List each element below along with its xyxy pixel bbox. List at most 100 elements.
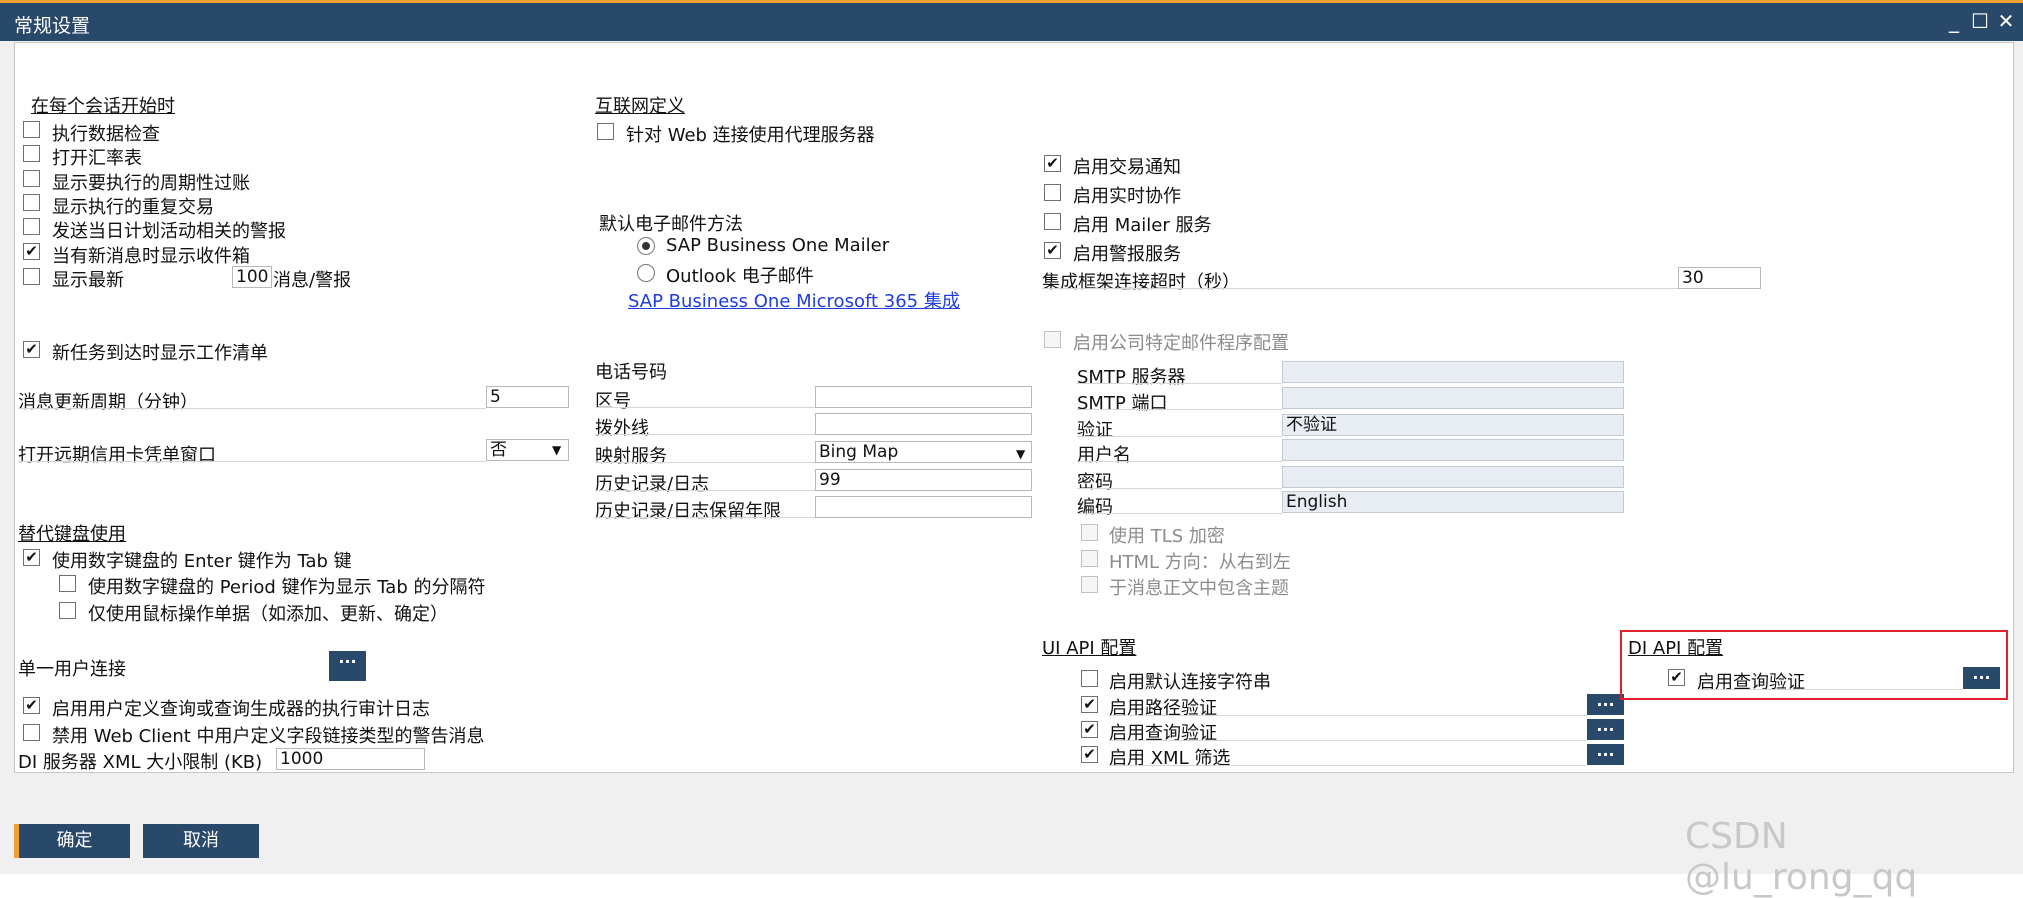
session-checkbox-0[interactable] xyxy=(23,121,40,138)
session-checkbox-4[interactable] xyxy=(23,218,40,235)
service-checkbox-3[interactable]: ✔ xyxy=(1044,242,1061,259)
ui-api-label-0: 启用默认连接字符串 xyxy=(1109,672,1271,693)
phone-label-3: 历史记录/日志 xyxy=(595,474,710,495)
show-latest-checkbox[interactable] xyxy=(23,268,40,285)
mail-field-label-1: SMTP 端口 xyxy=(1077,393,1168,414)
new-task-label: 新任务到达时显示工作清单 xyxy=(52,343,268,364)
mail-field-input-3[interactable] xyxy=(1282,439,1624,461)
row-separator xyxy=(1109,740,1587,741)
company-mail-checkbox xyxy=(1044,331,1061,348)
mail-field-input-0[interactable] xyxy=(1282,361,1624,383)
session-checkbox-2[interactable] xyxy=(23,170,40,187)
proxy-checkbox[interactable] xyxy=(597,123,614,140)
timeout-label: 集成框架连接超时（秒） xyxy=(1042,272,1240,293)
mail-field-input-1[interactable] xyxy=(1282,387,1624,409)
title-bar[interactable]: 常规设置 _ ☐ ✕ xyxy=(0,3,2023,41)
email-radio-1[interactable] xyxy=(637,264,655,282)
mail-option-label-1: HTML 方向：从右到左 xyxy=(1109,552,1291,573)
msg-update-input[interactable]: 5 xyxy=(486,386,569,408)
service-checkbox-0[interactable]: ✔ xyxy=(1044,155,1061,172)
close-button[interactable]: ✕ xyxy=(1994,9,2018,33)
show-latest-suffix: 消息/警报 xyxy=(273,270,352,291)
mail-field-input-2[interactable]: 不验证 xyxy=(1282,414,1624,436)
cancel-button[interactable]: 取消 xyxy=(143,824,259,858)
keyboard-checkbox-1[interactable] xyxy=(59,575,76,592)
maximize-button[interactable]: ☐ xyxy=(1968,9,1992,33)
webclient-checkbox[interactable] xyxy=(23,724,40,741)
phone-label-0: 区号 xyxy=(595,391,631,412)
mail-field-label-4: 密码 xyxy=(1077,472,1113,493)
mail-option-checkbox-2 xyxy=(1081,576,1098,593)
session-checkbox-3[interactable] xyxy=(23,194,40,211)
mail-field-label-5: 编码 xyxy=(1077,497,1113,518)
mail-option-label-0: 使用 TLS 加密 xyxy=(1109,526,1225,547)
ui-api-checkbox-0[interactable] xyxy=(1081,670,1098,687)
mail-field-label-0: SMTP 服务器 xyxy=(1077,367,1186,388)
session-checkbox-1[interactable] xyxy=(23,145,40,162)
single-user-button[interactable]: ... xyxy=(329,650,366,681)
session-label-4: 发送当日计划活动相关的警报 xyxy=(52,221,286,242)
row-separator xyxy=(1077,409,1282,410)
service-checkbox-2[interactable] xyxy=(1044,213,1061,230)
session-label-2: 显示要执行的周期性过账 xyxy=(52,173,250,194)
check-mark-icon: ✔ xyxy=(25,340,38,358)
ui-api-button-1[interactable]: ... xyxy=(1587,693,1624,715)
ui-api-checkbox-2[interactable]: ✔ xyxy=(1081,721,1098,738)
session-label-0: 执行数据检查 xyxy=(52,124,160,145)
email-radio-0[interactable] xyxy=(637,237,655,255)
timeout-input[interactable]: 30 xyxy=(1678,267,1761,289)
keyboard-checkbox-2[interactable] xyxy=(59,602,76,619)
mail-field-input-5[interactable]: English xyxy=(1282,491,1624,513)
row-separator xyxy=(1077,383,1282,384)
ui-api-label-1: 启用路径验证 xyxy=(1109,698,1217,719)
phone-label-4: 历史记录/日志保留年限 xyxy=(595,501,782,522)
ui-api-button-2[interactable]: ... xyxy=(1587,718,1624,740)
check-mark-icon: ✔ xyxy=(1083,695,1096,713)
ui-api-header: UI API 配置 xyxy=(1042,638,1137,659)
keyboard-header: 替代键盘使用 xyxy=(18,524,126,545)
ui-api-label-2: 启用查询验证 xyxy=(1109,723,1217,744)
ok-button[interactable]: 确定 xyxy=(14,824,130,858)
service-checkbox-1[interactable] xyxy=(1044,184,1061,201)
check-mark-icon: ✔ xyxy=(1046,241,1059,259)
row-separator xyxy=(1077,436,1282,437)
keyboard-checkbox-0[interactable]: ✔ xyxy=(23,549,40,566)
minimize-button[interactable]: _ xyxy=(1942,9,1966,33)
ui-api-checkbox-1[interactable]: ✔ xyxy=(1081,696,1098,713)
window-title: 常规设置 xyxy=(14,15,91,37)
phone-input-1[interactable] xyxy=(815,413,1032,435)
internet-header: 互联网定义 xyxy=(595,96,685,117)
row-separator xyxy=(1077,513,1282,514)
watermark: CSDN @lu_rong_qq xyxy=(1685,816,1918,898)
ui-api-checkbox-3[interactable]: ✔ xyxy=(1081,746,1098,763)
mail-option-checkbox-1 xyxy=(1081,550,1098,567)
phone-input-0[interactable] xyxy=(815,386,1032,408)
service-label-1: 启用实时协作 xyxy=(1073,186,1181,207)
row-separator xyxy=(1077,488,1282,489)
mail-option-checkbox-0 xyxy=(1081,524,1098,541)
row-separator xyxy=(595,490,815,491)
phone-label-2: 映射服务 xyxy=(595,446,667,467)
row-separator xyxy=(1077,461,1282,462)
keyboard-label-0: 使用数字键盘的 Enter 键作为 Tab 键 xyxy=(52,551,352,572)
office365-link[interactable]: SAP Business One Microsoft 365 集成 xyxy=(628,287,960,313)
row-separator xyxy=(595,462,815,463)
session-checkbox-5[interactable]: ✔ xyxy=(23,243,40,260)
mail-field-input-4[interactable] xyxy=(1282,466,1624,488)
phone-input-2[interactable]: Bing Map xyxy=(815,441,1032,463)
service-label-2: 启用 Mailer 服务 xyxy=(1073,215,1212,236)
check-mark-icon: ✔ xyxy=(25,548,38,566)
ui-api-label-3: 启用 XML 筛选 xyxy=(1109,748,1231,769)
phone-input-3[interactable]: 99 xyxy=(815,469,1032,491)
phone-input-4[interactable] xyxy=(815,496,1032,518)
row-separator xyxy=(1109,715,1587,716)
show-latest-input[interactable]: 100 xyxy=(232,266,272,288)
audit-checkbox[interactable]: ✔ xyxy=(23,697,40,714)
email-header: 默认电子邮件方法 xyxy=(599,214,743,235)
session-start-header: 在每个会话开始时 xyxy=(31,96,175,117)
mail-field-label-2: 验证 xyxy=(1077,420,1113,441)
ui-api-button-3[interactable]: ... xyxy=(1587,743,1624,765)
new-task-checkbox[interactable]: ✔ xyxy=(23,341,40,358)
di-xml-input[interactable]: 1000 xyxy=(276,748,425,770)
email-option-1: Outlook 电子邮件 xyxy=(666,266,814,287)
